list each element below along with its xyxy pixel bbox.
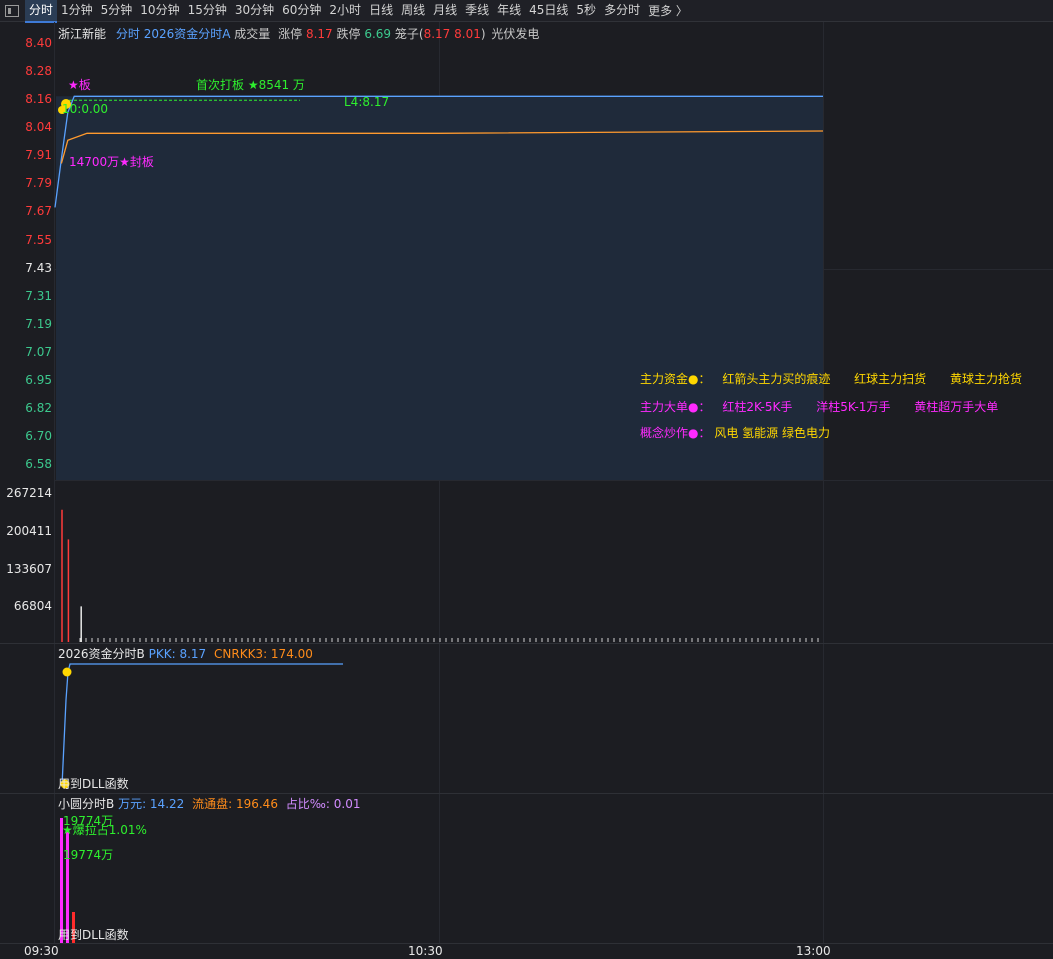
sector-name: 光伏发电 — [491, 27, 540, 41]
price-tick-label: 8.28 — [25, 64, 52, 79]
float-value: 流通盘: 196.46 — [192, 797, 278, 811]
time-tick-label: 13:00 — [796, 944, 831, 958]
price-area-fill — [56, 96, 823, 481]
volume-tick-label: 133607 — [6, 561, 52, 576]
cnrkk3-value: CNRKK3: 174.00 — [214, 647, 313, 661]
legend-main-funds: 主力资金●： 红箭头主力买的痕迹 红球主力扫货 黄球主力抢货 — [640, 370, 1022, 387]
pkk-value: PKK: 8.17 — [148, 647, 207, 661]
volume-tick-label: 267214 — [6, 486, 52, 500]
legend-concepts-title: 概念炒作●： — [640, 426, 711, 440]
price-tick-label: 8.40 — [25, 36, 52, 50]
cage-low: 8.01 — [454, 27, 481, 41]
legend-main-funds-title: 主力资金●： — [640, 372, 711, 386]
seal-amount-label: 14700万★封板 — [69, 155, 154, 169]
limit-down-value: 6.69 — [364, 27, 392, 41]
panel-c-name: 小圆分时B — [58, 797, 115, 811]
legend-yellow-bar: 黄柱超万手大单 — [914, 400, 999, 414]
stock-header: 浙江新能 分时 2026资金分时A 成交量 涨停 8.17 跌停 6.69 笼子… — [58, 25, 539, 42]
cage-high: 8.17 — [423, 27, 451, 41]
volume-tick-label: 66804 — [13, 599, 52, 614]
volume-tick-label: 200411 — [6, 523, 52, 538]
legend-ocean-bar: 洋柱5K-1万手 — [816, 400, 891, 414]
legend-big-orders: 主力大单●： 红柱2K-5K手 洋柱5K-1万手 黄柱超万手大单 — [640, 398, 998, 415]
price-tick-label: 7.43 — [25, 260, 52, 275]
price-tick-label: 7.91 — [25, 148, 52, 163]
panel-b-dll-text: 用到DLL函数 — [58, 777, 129, 791]
cage-label: 笼子( — [394, 27, 424, 41]
star-board-label: ★板 — [68, 78, 91, 92]
price-tick-label: 6.58 — [25, 457, 52, 472]
burst-ratio-label: ★爆拉占1.01% — [62, 823, 147, 837]
time-marker-label: 10:0.00 — [62, 102, 109, 116]
price-tick-label: 7.79 — [25, 176, 52, 191]
price-tick-label: 8.04 — [25, 120, 52, 135]
legend-concepts-list: 风电 氢能源 绿色电力 — [714, 426, 830, 440]
cage-close: ) — [480, 27, 486, 41]
limit-down-label: 跌停 — [336, 27, 361, 41]
legend-red-ball: 红球主力扫货 — [854, 372, 927, 386]
legend-red-bar: 红柱2K-5K手 — [722, 400, 793, 414]
time-tick-label: 09:30 — [24, 944, 59, 958]
price-tick-label: 6.70 — [25, 429, 52, 444]
legend-red-arrow: 红箭头主力买的痕迹 — [722, 372, 831, 386]
intraday-chart — [54, 95, 824, 943]
legend-yellow-ball: 黄球主力抢货 — [950, 372, 1023, 386]
l4-label: L4:8.17 — [344, 95, 390, 109]
ratio-value: 占比‰: 0.01 — [285, 797, 361, 811]
bar-label-bottom: 19774万 — [63, 848, 114, 862]
panel-c-dll-text: 用到DLL函数 — [58, 928, 129, 942]
stock-name: 浙江新能 — [58, 27, 107, 41]
price-tick-label: 7.67 — [25, 204, 52, 219]
panel-b-pkk-line — [61, 663, 343, 787]
first-hit-label: 首次打板 ★8541 万 — [196, 78, 305, 92]
formula-name: 2026资金分时A — [143, 27, 231, 41]
limit-up-label: 涨停 — [278, 27, 303, 41]
price-tick-label: 7.07 — [25, 344, 52, 359]
panel-b-header: 2026资金分时B PKK: 8.17 CNRKK3: 174.00 — [58, 645, 313, 662]
volume-label: 成交量 — [234, 27, 271, 41]
price-tick-label: 7.19 — [25, 316, 52, 331]
panel-c-header: 小圆分时B 万元: 14.22 流通盘: 196.46 占比‰: 0.01 — [58, 795, 360, 812]
legend-concepts: 概念炒作●： 风电 氢能源 绿色电力 — [640, 424, 830, 441]
price-tick-label: 8.16 — [25, 92, 52, 107]
price-tick-label: 7.55 — [25, 232, 52, 247]
limit-up-value: 8.17 — [305, 27, 333, 41]
price-tick-label: 6.95 — [25, 372, 52, 387]
panel-b-name: 2026资金分时B — [58, 647, 145, 661]
price-tick-label: 7.31 — [25, 288, 52, 303]
time-tick-label: 10:30 — [408, 944, 443, 958]
panel-b-marker — [62, 667, 72, 677]
chart-mode: 分时 — [115, 27, 140, 41]
wan-value: 万元: 14.22 — [118, 797, 185, 811]
legend-big-orders-title: 主力大单●： — [640, 400, 711, 414]
price-tick-label: 6.82 — [25, 401, 52, 416]
